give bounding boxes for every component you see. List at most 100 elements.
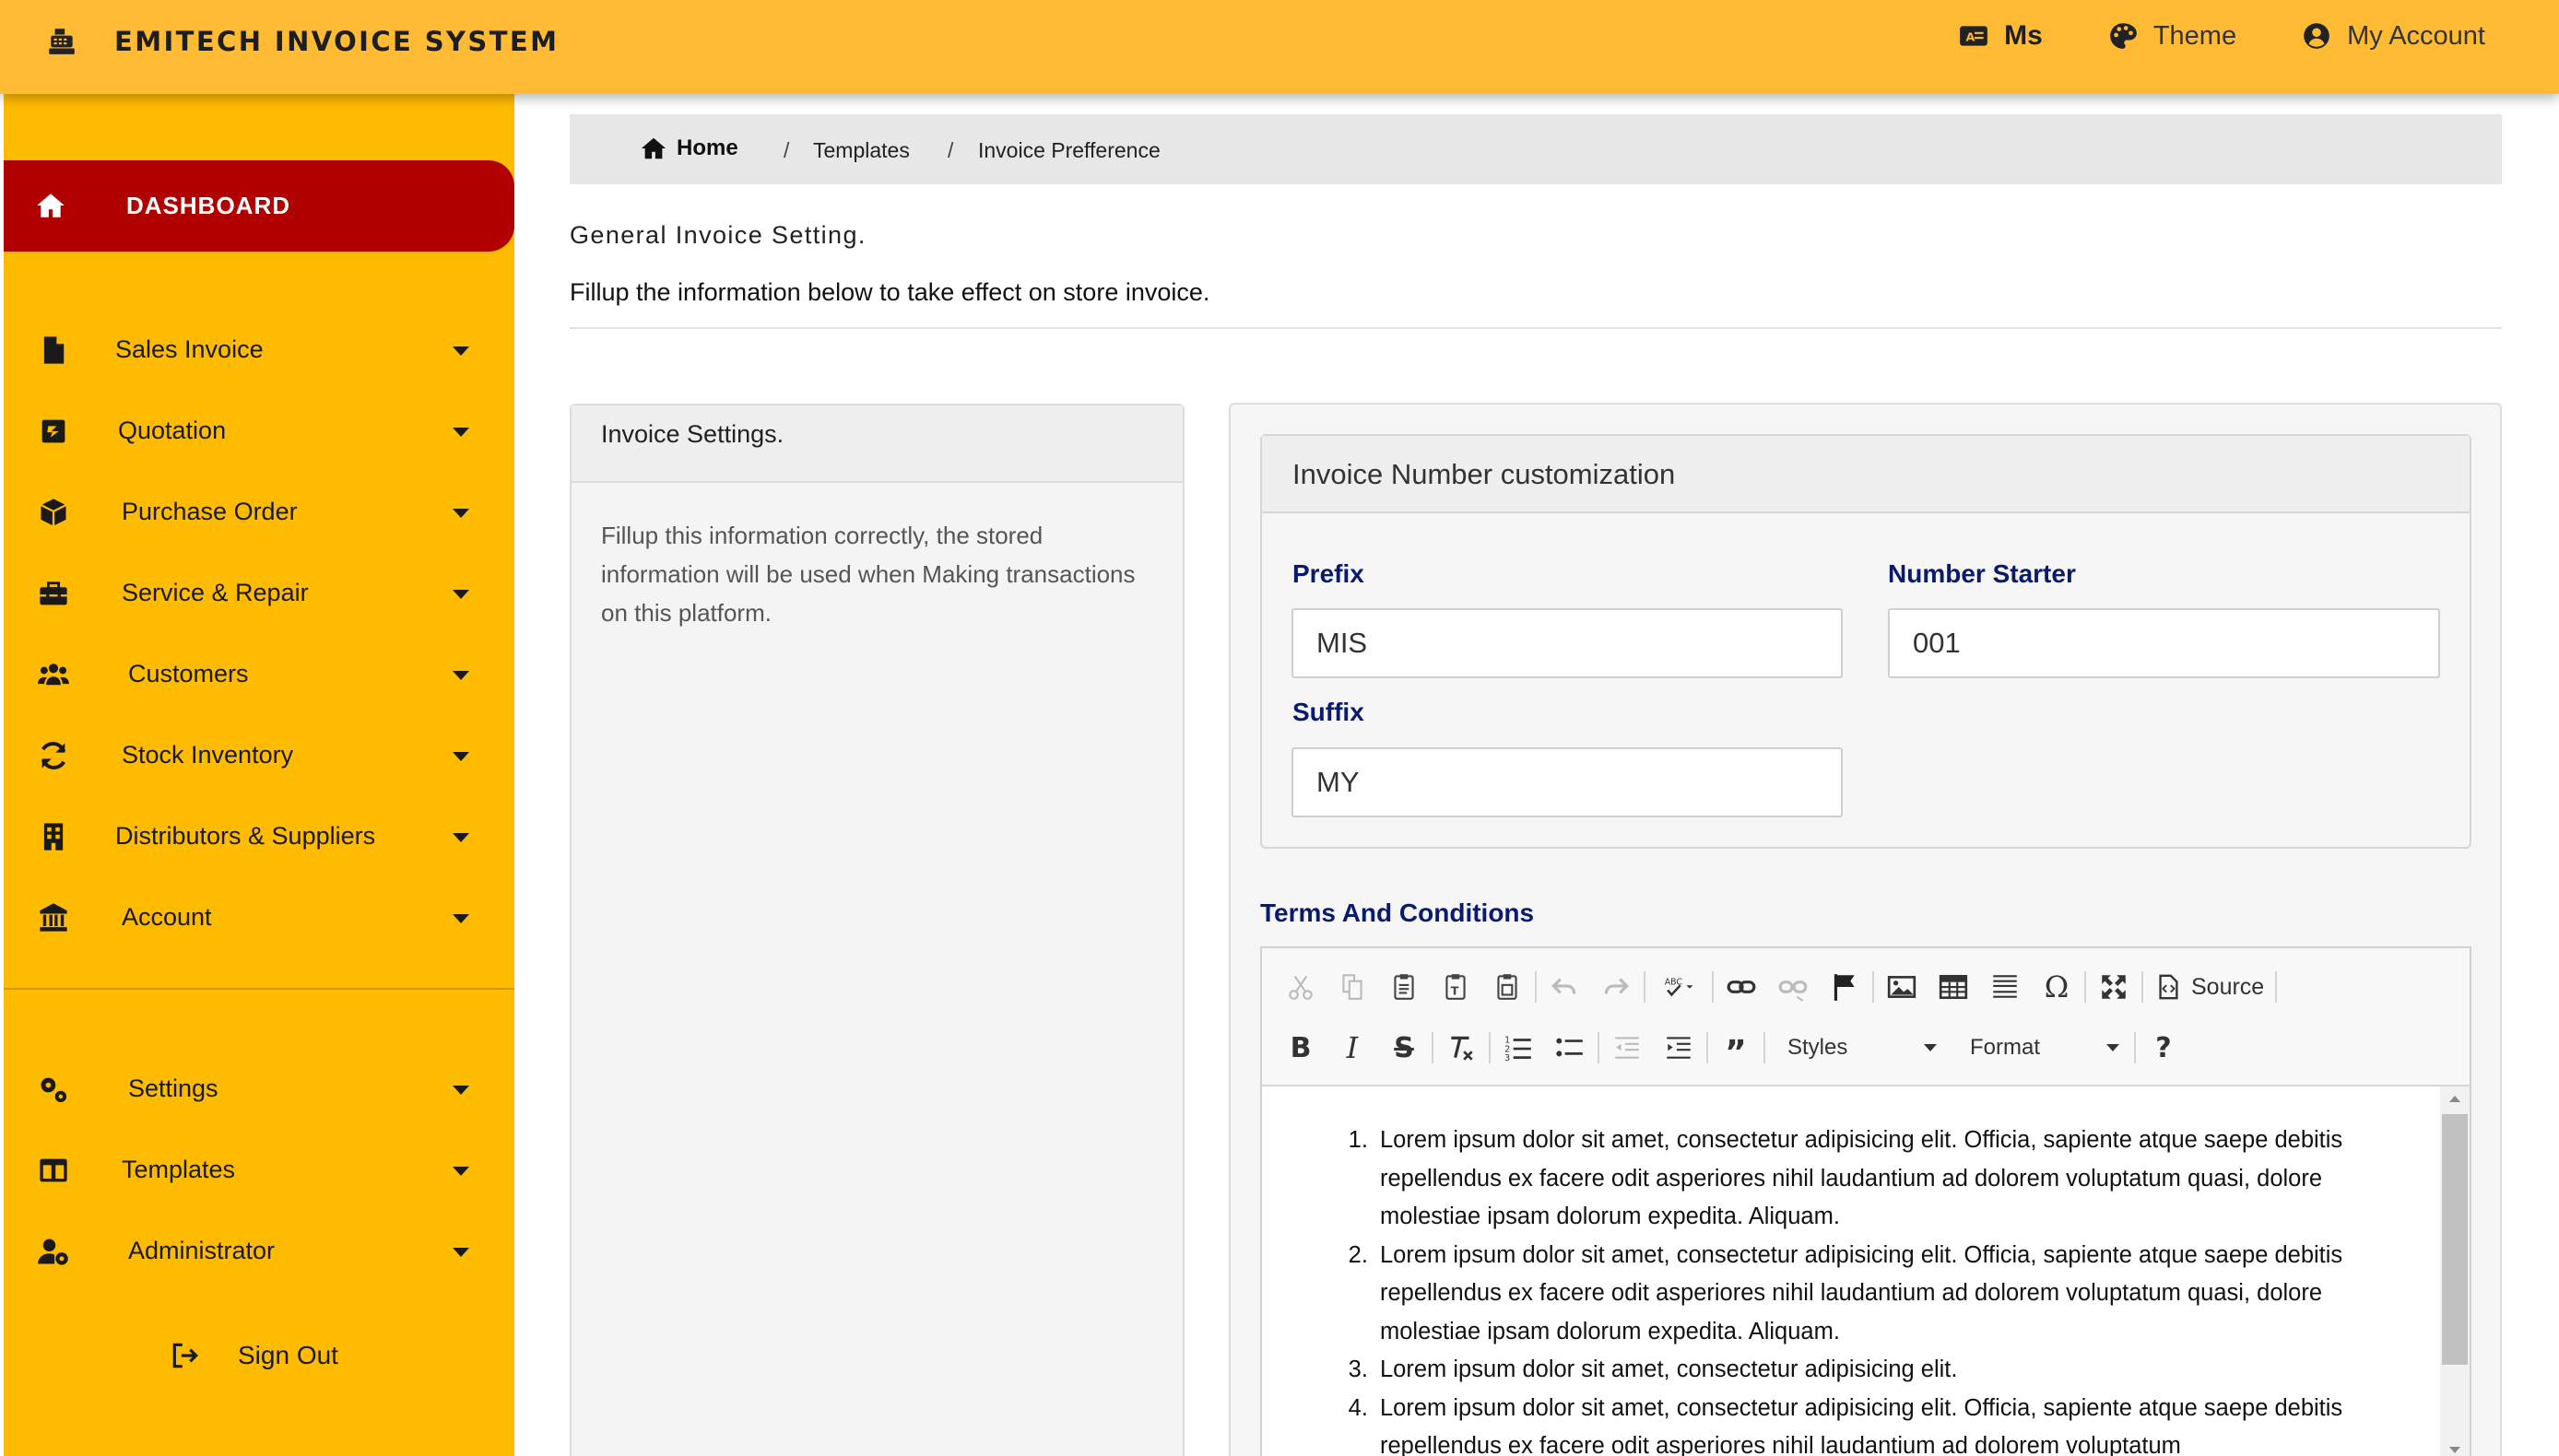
table-button[interactable] bbox=[1928, 961, 1979, 1013]
editor-toolbar: T ABC Ω Source B I S 1 2 3 ” Styles Form… bbox=[1262, 948, 2470, 1086]
remove-format-icon bbox=[1451, 1036, 1473, 1061]
italic-button[interactable]: I bbox=[1327, 1022, 1378, 1074]
toolbox-icon bbox=[40, 581, 67, 605]
spellcheck-icon: ABC bbox=[1665, 977, 1693, 997]
blockquote-button[interactable]: ” bbox=[1710, 1022, 1762, 1074]
sidebar-item-label: Templates bbox=[122, 1156, 236, 1183]
chevron-down-icon bbox=[453, 671, 469, 680]
styles-dropdown[interactable]: Styles bbox=[1775, 1022, 1950, 1074]
maximize-button[interactable] bbox=[2088, 961, 2140, 1013]
editor-scrollbar[interactable] bbox=[2440, 1086, 2470, 1456]
toolbar-separator bbox=[1644, 971, 1645, 1003]
user-circle-icon bbox=[2304, 23, 2329, 49]
toolbar-row: T ABC Ω Source bbox=[1275, 961, 2279, 1013]
sidebar-item-quotation[interactable]: Quotation bbox=[4, 394, 514, 468]
sidebar-item-label: Distributors & Suppliers bbox=[115, 822, 376, 850]
paste-word-button[interactable] bbox=[1481, 961, 1533, 1013]
page-title: General Invoice Setting. bbox=[570, 221, 867, 249]
special-char-button[interactable]: Ω bbox=[2031, 961, 2082, 1013]
paste-button[interactable] bbox=[1378, 961, 1430, 1013]
user-cog-icon bbox=[38, 1239, 68, 1265]
paste-word-icon bbox=[1497, 974, 1517, 1000]
sidebar-item-distributors-suppliers[interactable]: Distributors & Suppliers bbox=[4, 800, 514, 874]
theme-label: Theme bbox=[2152, 20, 2237, 51]
bank-icon bbox=[40, 903, 67, 932]
styles-label: Styles bbox=[1787, 1035, 1848, 1060]
italic-icon: I bbox=[1346, 1030, 1359, 1065]
sidebar-item-settings[interactable]: Settings bbox=[4, 1052, 514, 1126]
scrollbar-thumb[interactable] bbox=[2442, 1114, 2468, 1365]
outdent-button[interactable] bbox=[1601, 1022, 1653, 1074]
toolbar-separator bbox=[2134, 1032, 2136, 1063]
spellcheck-button[interactable]: ABC bbox=[1647, 961, 1710, 1013]
brand[interactable]: EMITECH INVOICE SYSTEM bbox=[46, 26, 559, 57]
copy-button[interactable] bbox=[1327, 961, 1378, 1013]
bold-button[interactable]: B bbox=[1275, 1022, 1327, 1074]
sidebar-item-purchase-order[interactable]: Purchase Order bbox=[4, 476, 514, 549]
cut-button[interactable] bbox=[1275, 961, 1327, 1013]
sign-out-button[interactable]: Sign Out bbox=[170, 1333, 338, 1379]
card-description: Fillup this information correctly, the s… bbox=[601, 522, 1136, 627]
format-dropdown[interactable]: Format bbox=[1957, 1022, 2132, 1074]
toolbar-separator bbox=[2084, 971, 2086, 1003]
undo-button[interactable] bbox=[1539, 961, 1590, 1013]
unlink-button[interactable] bbox=[1767, 961, 1819, 1013]
toolbar-separator bbox=[2275, 971, 2278, 1003]
suffix-input[interactable]: MY bbox=[1291, 747, 1843, 817]
sidebar-item-label: Sales Invoice bbox=[115, 335, 264, 363]
prefix-label: Prefix bbox=[1292, 559, 1364, 588]
sidebar-item-service-repair[interactable]: Service & Repair bbox=[4, 557, 514, 630]
breadcrumb-home[interactable]: Home bbox=[640, 135, 738, 162]
breadcrumb-templates[interactable]: Templates bbox=[813, 138, 910, 163]
source-button[interactable]: Source bbox=[2145, 961, 2273, 1013]
chevron-down-icon bbox=[1924, 1044, 1937, 1051]
sidebar-item-label: Stock Inventory bbox=[122, 741, 294, 769]
scroll-up-icon bbox=[2449, 1096, 2460, 1102]
sidebar-item-sales-invoice[interactable]: Sales Invoice bbox=[4, 313, 514, 387]
sidebar-item-dashboard[interactable]: DASHBOARD bbox=[4, 160, 514, 252]
link-button[interactable] bbox=[1716, 961, 1767, 1013]
bullet-list-button[interactable] bbox=[1544, 1022, 1596, 1074]
suffix-label: Suffix bbox=[1292, 698, 1364, 726]
language-switch[interactable]: A Ms bbox=[1958, 20, 2043, 52]
image-button[interactable] bbox=[1876, 961, 1928, 1013]
toolbar-separator bbox=[1432, 1032, 1433, 1063]
help-button[interactable]: ? bbox=[2138, 1022, 2189, 1074]
sidebar-item-stock-inventory[interactable]: Stock Inventory bbox=[4, 719, 514, 793]
theme-link[interactable]: Theme bbox=[2107, 20, 2236, 52]
numbered-list-button[interactable]: 1 2 3 bbox=[1492, 1022, 1544, 1074]
anchor-button[interactable] bbox=[1819, 961, 1870, 1013]
palette-icon bbox=[2110, 23, 2137, 49]
sign-out-label: Sign Out bbox=[238, 1341, 338, 1369]
indent-button[interactable] bbox=[1653, 1022, 1704, 1074]
image-icon bbox=[1887, 976, 1916, 998]
list-item: Lorem ipsum dolor sit amet, consectetur … bbox=[1374, 1237, 2352, 1352]
my-account-link[interactable]: My Account bbox=[2301, 20, 2485, 52]
help-icon: ? bbox=[2155, 1031, 2172, 1064]
remove-format-button[interactable] bbox=[1435, 1022, 1487, 1074]
chevron-down-icon bbox=[2106, 1044, 2119, 1051]
sidebar-item-account[interactable]: Account bbox=[4, 881, 514, 955]
paste-text-button[interactable]: T bbox=[1430, 961, 1481, 1013]
toolbar-separator bbox=[1535, 971, 1537, 1003]
strikethrough-icon: S bbox=[1394, 1031, 1414, 1064]
cash-register-icon bbox=[49, 29, 75, 54]
terms-editor: T ABC Ω Source B I S 1 2 3 ” Styles Form… bbox=[1260, 946, 2471, 1456]
sidebar-item-customers[interactable]: Customers bbox=[4, 638, 514, 711]
building-icon bbox=[43, 823, 64, 851]
page-subtitle: Fillup the information below to take eff… bbox=[570, 278, 1210, 306]
strikethrough-button[interactable]: S bbox=[1378, 1022, 1430, 1074]
toolbar-separator bbox=[1712, 971, 1714, 1003]
number-starter-input[interactable]: 001 bbox=[1888, 608, 2440, 678]
editor-content[interactable]: Lorem ipsum dolor sit amet, consectetur … bbox=[1262, 1086, 2470, 1456]
sidebar-item-administrator[interactable]: Administrator bbox=[4, 1215, 514, 1288]
prefix-input[interactable]: MIS bbox=[1291, 608, 1843, 678]
sidebar-item-label: Quotation bbox=[118, 417, 227, 444]
horizontal-rule-button[interactable] bbox=[1979, 961, 2031, 1013]
toolbar-separator bbox=[1489, 1032, 1491, 1063]
chevron-down-icon bbox=[453, 833, 469, 842]
redo-button[interactable] bbox=[1590, 961, 1642, 1013]
sidebar-item-templates[interactable]: Templates bbox=[4, 1133, 514, 1207]
bold-icon: B bbox=[1290, 1031, 1312, 1064]
columns-icon bbox=[40, 1158, 67, 1182]
